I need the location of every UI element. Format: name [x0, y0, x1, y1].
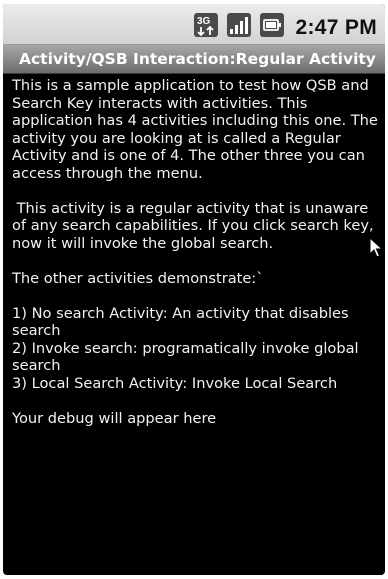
activity-title-bar: Activity/QSB Interaction:Regular Activit… [3, 45, 385, 74]
demonstrate-heading: The other activities demonstrate:` [12, 269, 264, 287]
device-frame: 3G 2:47 PM Activity/QSB Interaction:Regu… [0, 0, 388, 579]
status-icons: 3G 2:47 PM [193, 12, 377, 43]
regular-activity-text: This activity is a regular activity that… [12, 199, 379, 252]
content-area: This is a sample application to test how… [12, 77, 378, 445]
list-item: 1) No search Activity: An activity that … [12, 304, 354, 340]
activity-title: Activity/QSB Interaction:Regular Activit… [19, 50, 376, 68]
3g-data-icon: 3G [193, 12, 219, 43]
status-clock: 2:47 PM [295, 15, 377, 39]
list-item: 3) Local Search Activity: Invoke Local S… [12, 374, 338, 392]
debug-output: Your debug will appear here [12, 409, 217, 427]
status-bar: 3G 2:47 PM [3, 4, 385, 45]
signal-strength-icon [226, 12, 252, 43]
svg-text:3G: 3G [197, 16, 211, 27]
battery-icon [259, 12, 285, 43]
intro-text: This is a sample application to test how… [12, 77, 383, 182]
app-screen: 3G 2:47 PM Activity/QSB Interaction:Regu… [3, 4, 385, 575]
list-item: 2) Invoke search: programatically invoke… [12, 339, 364, 375]
mouse-pointer-icon [369, 236, 384, 264]
